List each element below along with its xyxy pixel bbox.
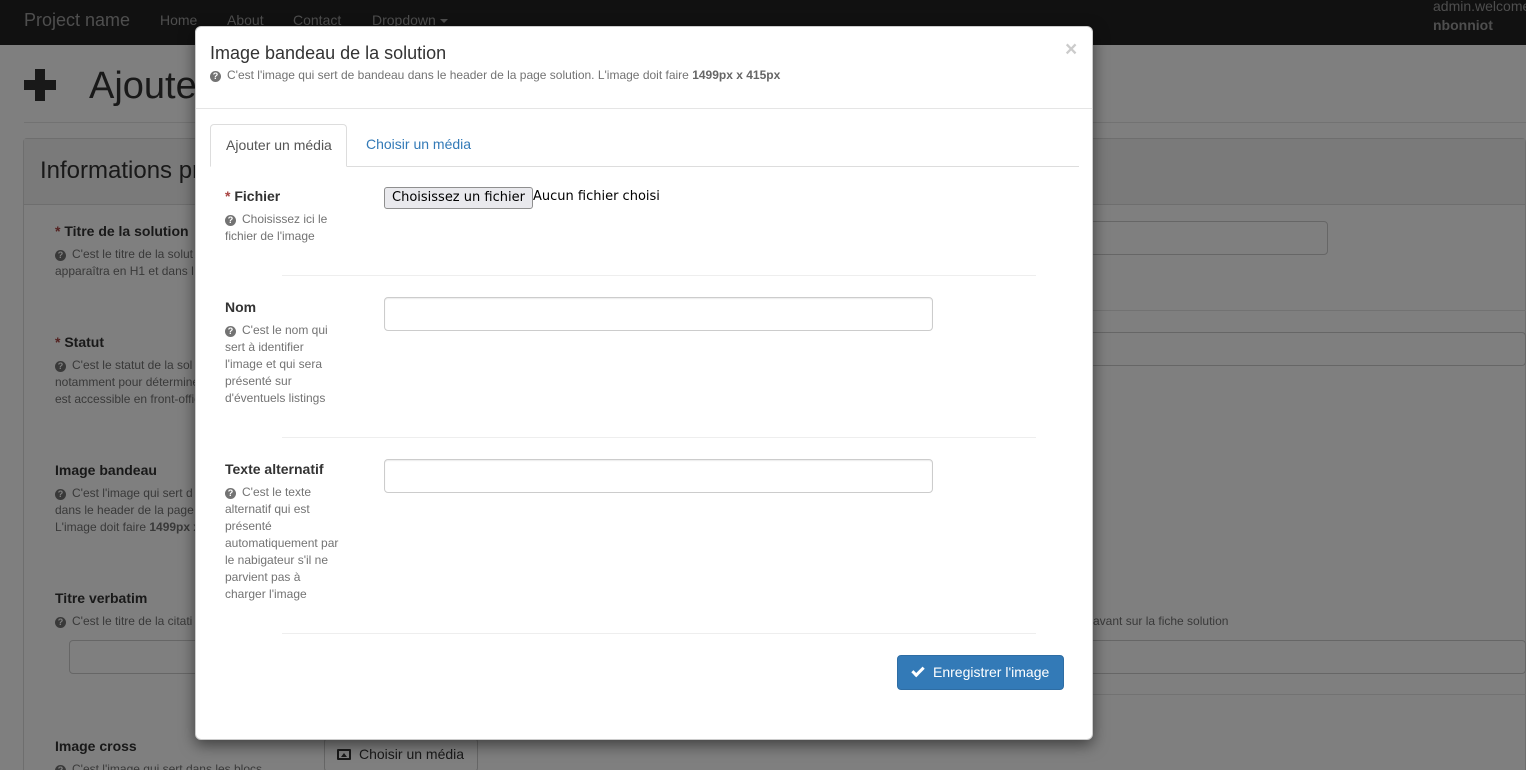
check-icon <box>911 663 925 678</box>
modal-subtitle-text: C'est l'image qui sert de bandeau dans l… <box>227 68 689 82</box>
file-status: Aucun fichier choisi <box>533 189 660 204</box>
tab-choose-media[interactable]: Choisir un média <box>351 124 486 167</box>
divider <box>282 633 1036 634</box>
name-input[interactable] <box>384 297 933 331</box>
modal-header: Image bandeau de la solution ? C'est l'im… <box>196 27 1092 109</box>
name-help-text: C'est le nom qui sert à identifier l'ima… <box>225 323 328 405</box>
save-image-button[interactable]: Enregistrer l'image <box>897 655 1064 690</box>
name-help: ? C'est le nom qui sert à identifier l'im… <box>225 322 343 407</box>
alt-text-input[interactable] <box>384 459 933 493</box>
question-icon: ? <box>225 488 236 499</box>
modal-title: Image bandeau de la solution <box>210 43 447 63</box>
question-icon: ? <box>225 326 236 337</box>
name-label: Nom <box>225 299 257 315</box>
file-label: * Fichier <box>225 188 280 204</box>
modal-subtitle-dimensions: 1499px x 415px <box>692 68 781 82</box>
file-help: ? Choisissez ici le fichier de l'image <box>225 211 343 245</box>
modal-subtitle: ? C'est l'image qui sert de bandeau dans … <box>210 68 780 82</box>
divider <box>282 275 1036 276</box>
alt-text-help: ? C'est le texte alternatif qui est prése… <box>225 484 343 603</box>
file-choose-button[interactable]: Choisissez un fichier <box>384 187 533 209</box>
file-help-text: Choisissez ici le fichier de l'image <box>225 212 328 243</box>
divider <box>282 437 1036 438</box>
question-icon: ? <box>210 71 221 82</box>
question-icon: ? <box>225 215 236 226</box>
media-tabs: Ajouter un média Choisir un média <box>210 124 1079 167</box>
required-marker: * <box>225 188 231 204</box>
tab-add-media[interactable]: Ajouter un média <box>210 124 347 167</box>
alt-text-help-text: C'est le texte alternatif qui est présen… <box>225 485 339 601</box>
file-label-text: Fichier <box>234 188 281 204</box>
save-image-label: Enregistrer l'image <box>933 664 1050 680</box>
image-modal: Image bandeau de la solution ? C'est l'im… <box>195 26 1093 740</box>
alt-text-label: Texte alternatif <box>225 461 324 477</box>
close-icon[interactable]: × <box>1065 39 1077 60</box>
